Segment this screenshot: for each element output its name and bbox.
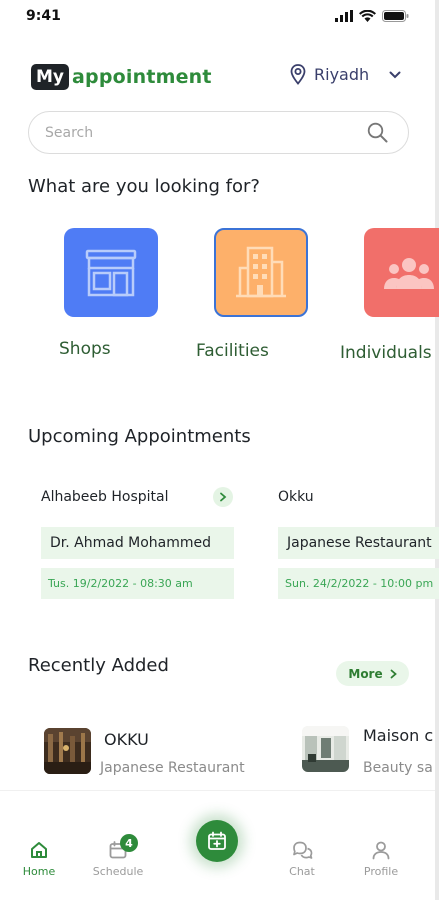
appointment-open-button[interactable] <box>213 487 233 507</box>
building-icon <box>236 246 286 297</box>
more-button[interactable]: More <box>336 661 409 686</box>
chevron-down-icon <box>389 71 401 78</box>
add-appointment-button[interactable] <box>196 820 238 862</box>
location-label: Riyadh <box>314 65 370 84</box>
logo-text: appointment <box>72 66 212 88</box>
appointment-place: Okku <box>278 489 314 505</box>
tab-label-schedule: Schedule <box>92 865 144 878</box>
calendar-add-icon <box>208 831 226 850</box>
user-icon <box>372 841 390 860</box>
categories-title: What are you looking for? <box>28 176 260 197</box>
people-icon <box>384 257 434 289</box>
category-label-shops: Shops <box>59 339 111 359</box>
tab-schedule[interactable]: Schedule <box>83 840 153 878</box>
category-label-facilities: Facilities <box>196 341 269 361</box>
category-shops[interactable] <box>64 228 158 317</box>
chevron-right-icon <box>220 492 227 502</box>
appointment-place: Alhabeeb Hospital <box>41 489 169 505</box>
recent-item-name: OKKU <box>104 730 149 749</box>
recent-item-subtitle: Japanese Restaurant <box>100 760 245 776</box>
upcoming-title: Upcoming Appointments <box>28 426 251 447</box>
storefront-icon <box>85 249 137 296</box>
app-logo: My appointment <box>31 64 212 90</box>
recent-item-name: Maison c <box>363 726 434 745</box>
appointment-datetime: Tus. 19/2/2022 - 08:30 am <box>41 568 234 599</box>
search-icon[interactable] <box>367 122 388 143</box>
chevron-right-icon <box>390 669 397 678</box>
appointment-name: Dr. Ahmad Mohammed <box>41 527 234 559</box>
logo-badge: My <box>31 64 69 90</box>
tab-home[interactable]: Home <box>4 840 74 878</box>
recent-title: Recently Added <box>28 655 169 676</box>
tab-label-profile: Profile <box>363 865 399 878</box>
salon-photo <box>302 726 349 772</box>
cellular-signal-icon <box>335 10 353 22</box>
screen-edge <box>435 0 439 900</box>
chat-icon <box>292 841 312 859</box>
tab-profile[interactable]: Profile <box>346 840 416 878</box>
appointment-datetime: Sun. 24/2/2022 - 10:00 pm <box>278 568 439 599</box>
category-label-individuals: Individuals <box>340 343 432 363</box>
appointment-name: Japanese Restaurant <box>278 527 439 559</box>
tab-label-home: Home <box>22 865 56 878</box>
restaurant-photo <box>44 728 91 774</box>
status-time: 9:41 <box>26 8 61 24</box>
search-bar[interactable] <box>28 111 409 154</box>
more-label: More <box>348 666 383 681</box>
tab-label-chat: Chat <box>289 865 315 878</box>
status-bar: 9:41 <box>0 0 439 36</box>
status-icons <box>335 10 409 22</box>
category-individuals[interactable] <box>364 228 439 317</box>
wifi-icon <box>359 10 376 22</box>
battery-icon <box>382 10 409 22</box>
home-icon <box>31 842 47 858</box>
location-pin-icon <box>290 64 306 85</box>
location-selector[interactable]: Riyadh <box>290 64 401 85</box>
tab-chat[interactable]: Chat <box>267 840 337 878</box>
recent-item-subtitle: Beauty sa <box>363 760 433 776</box>
notification-badge: 4 <box>120 834 138 852</box>
category-facilities[interactable] <box>214 228 308 317</box>
search-input[interactable] <box>45 112 345 153</box>
